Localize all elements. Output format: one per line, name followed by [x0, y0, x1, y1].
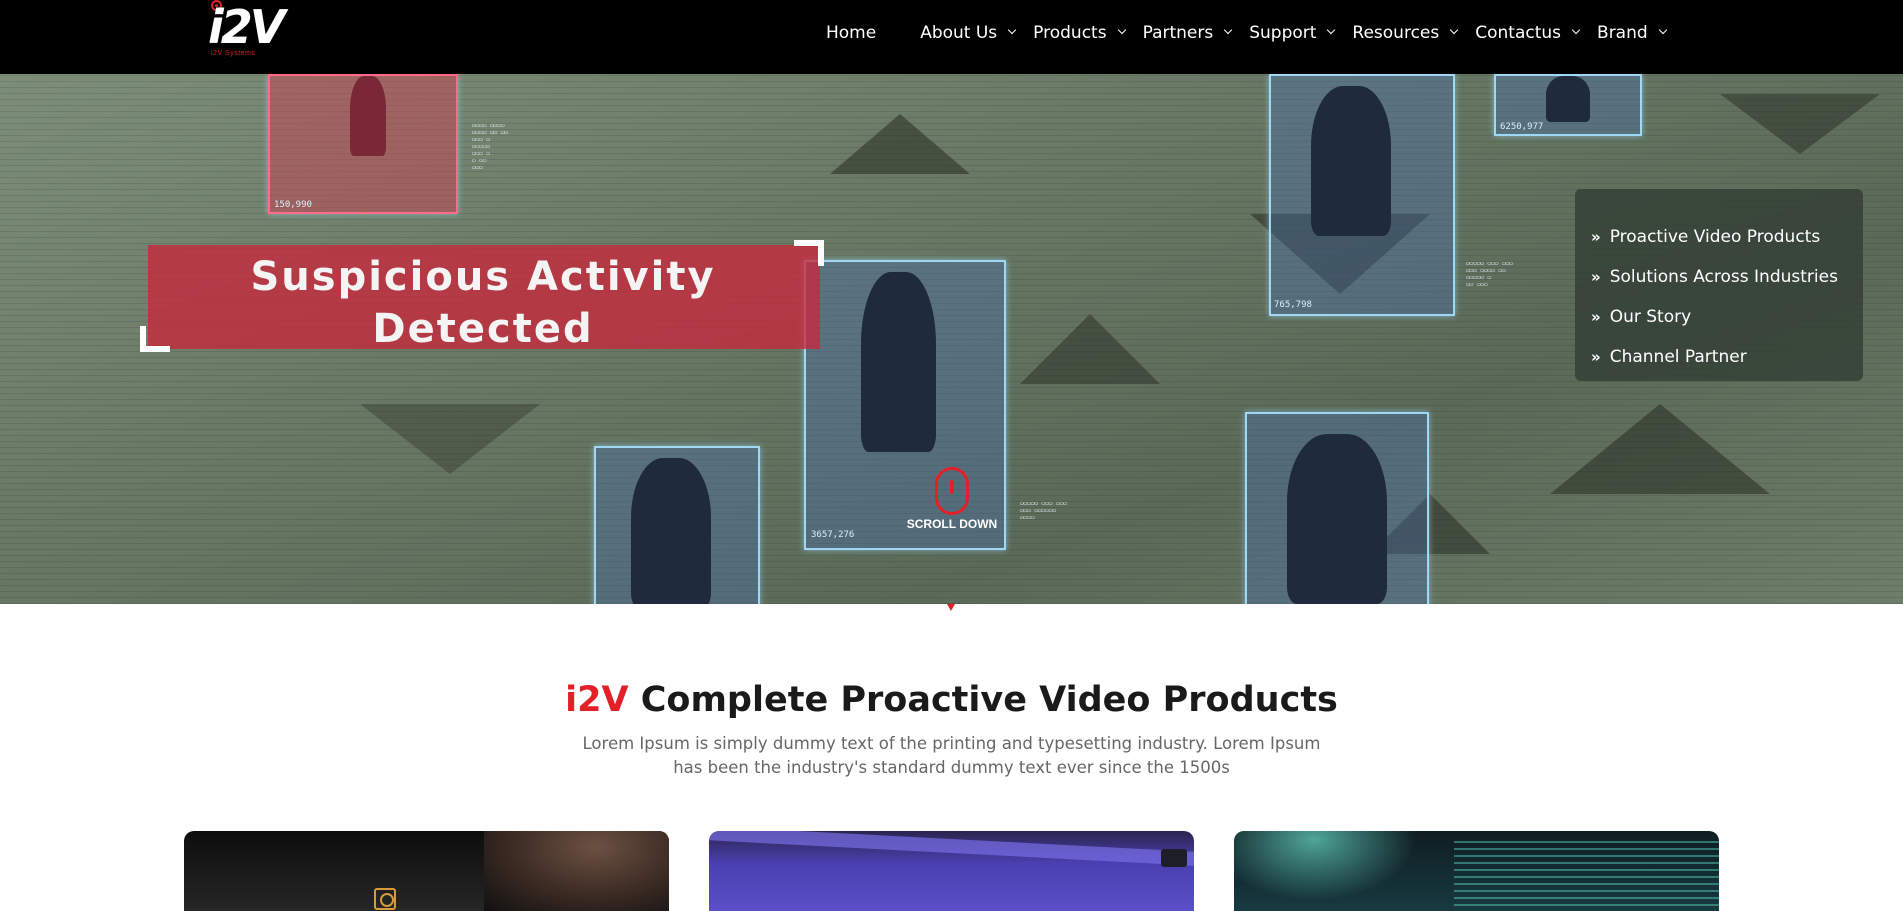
quick-link-proactive-video-products[interactable]: » Proactive Video Products — [1575, 217, 1863, 257]
suspicious-activity-banner: Suspicious Activity Detected — [148, 245, 820, 352]
nav-item-home[interactable]: Home — [826, 23, 876, 43]
code-screen-image — [1454, 839, 1719, 911]
floor-pattern — [1550, 404, 1770, 494]
scroll-down-label[interactable]: SCROLL DOWN — [900, 517, 1004, 531]
arrow-down-icon — [947, 604, 955, 611]
quick-link-our-story[interactable]: » Our Story — [1575, 297, 1863, 337]
detection-id: 3657,276 — [811, 530, 855, 540]
chevron-down-icon — [1223, 25, 1233, 35]
detection-box — [594, 446, 760, 604]
logo-text: i2V — [208, 0, 285, 54]
hud-readout: ▭▭▭▭ ▭▭▭▭ ▭▭▭▭ ▭▭ ▭▭ ▭▭▭ ▭ ▭▭▭▭▭ ▭▭▭ ▭ ▭ ▭▭ ▭▭… — [472, 122, 509, 171]
nav-item-resources[interactable]: Resources — [1352, 23, 1459, 43]
quick-link-label: Solutions Across Industries — [1609, 267, 1838, 287]
quick-link-label: Channel Partner — [1609, 347, 1747, 367]
double-chevron-right-icon: » — [1591, 348, 1601, 366]
detection-id: 150,990 — [274, 200, 312, 210]
alert-text: Suspicious Activity Detected — [250, 254, 716, 352]
section-title-text: Complete Proactive Video Products — [640, 680, 1338, 720]
chevron-down-icon — [1327, 25, 1336, 35]
quick-link-channel-partner[interactable]: » Channel Partner — [1575, 337, 1863, 377]
mouse-scroll-icon[interactable] — [935, 467, 969, 515]
chevron-down-icon — [1571, 25, 1581, 35]
i2v-logo[interactable]: i2V i2V Systems — [208, 0, 304, 62]
nav-item-label: About Us — [920, 23, 998, 43]
double-chevron-right-icon: » — [1591, 228, 1601, 246]
main-menu: Home About Us Products Partners Support … — [826, 0, 1667, 66]
nav-item-contactus[interactable]: Contactus — [1475, 23, 1581, 43]
chevron-down-icon — [1450, 25, 1459, 35]
nav-item-label: Partners — [1142, 23, 1214, 43]
product-card[interactable] — [709, 831, 1194, 911]
detection-box — [1245, 412, 1429, 604]
floor-pattern — [830, 114, 970, 174]
detection-box-alert — [268, 74, 458, 214]
nav-item-label: Contactus — [1475, 23, 1562, 43]
detection-id: 765,798 — [1274, 300, 1312, 310]
nav-item-partners[interactable]: Partners — [1142, 23, 1233, 43]
frame-corner-icon — [794, 240, 824, 266]
detection-id: 6250,977 — [1500, 122, 1544, 132]
nav-item-label: Home — [826, 23, 877, 43]
nav-item-products[interactable]: Products — [1033, 23, 1126, 43]
quick-link-solutions-across-industries[interactable]: » Solutions Across Industries — [1575, 257, 1863, 297]
product-card-image — [484, 831, 669, 911]
detection-box — [804, 260, 1006, 550]
nav-item-label: Resources — [1352, 23, 1440, 43]
nav-item-about-us[interactable]: About Us — [920, 23, 1017, 43]
double-chevron-right-icon: » — [1591, 308, 1601, 326]
product-card-image — [1234, 831, 1434, 911]
nav-item-label: Products — [1033, 23, 1107, 43]
frame-corner-icon — [140, 326, 170, 352]
camera-lens-icon — [374, 888, 396, 910]
nav-item-label: Support — [1249, 23, 1317, 43]
floor-pattern — [360, 404, 540, 474]
chevron-down-icon — [1007, 25, 1017, 35]
double-chevron-right-icon: » — [1591, 268, 1601, 286]
hud-readout: ▭▭▭▭▭ ▭▭▭ ▭▭▭ ▭▭▭ ▭▭▭▭ ▭▭ ▭▭▭▭▭ ▭ ▭▭ ▭▭▭ — [1466, 260, 1513, 288]
section-description: Lorem Ipsum is simply dummy text of the … — [582, 734, 1321, 777]
chevron-down-icon — [1658, 25, 1667, 35]
camera-icon — [1161, 849, 1187, 867]
quick-link-label: Our Story — [1609, 307, 1692, 327]
hero-banner: 150,990 765,798 6250,977 3657,276 ▭▭▭▭ ▭… — [0, 74, 1903, 604]
top-navigation-bar: i2V i2V Systems Home About Us Products P… — [0, 0, 1903, 74]
nav-item-label: Brand — [1597, 23, 1648, 43]
hud-readout: ▭▭▭▭▭ ▭▭▭ ▭▭▭ ▭▭▭ ▭▭▭▭▭▭ ▭▭▭▭ — [1020, 500, 1067, 521]
section-title-brand: i2V — [565, 680, 629, 720]
product-card[interactable] — [184, 831, 669, 911]
product-card[interactable] — [1234, 831, 1719, 911]
quick-links-panel: » Proactive Video Products » Solutions A… — [1575, 189, 1863, 381]
chevron-down-icon — [1117, 25, 1126, 35]
nav-item-brand[interactable]: Brand — [1597, 23, 1667, 43]
logo-subtext: i2V Systems — [211, 50, 256, 57]
section-title: i2V Complete Proactive Video Products — [0, 677, 1903, 723]
nav-item-support[interactable]: Support — [1249, 23, 1336, 43]
floor-pattern — [1020, 314, 1160, 384]
product-card-image — [709, 831, 1194, 866]
floor-pattern — [1720, 94, 1880, 154]
quick-link-label: Proactive Video Products — [1609, 227, 1821, 247]
detection-box — [1269, 74, 1455, 316]
